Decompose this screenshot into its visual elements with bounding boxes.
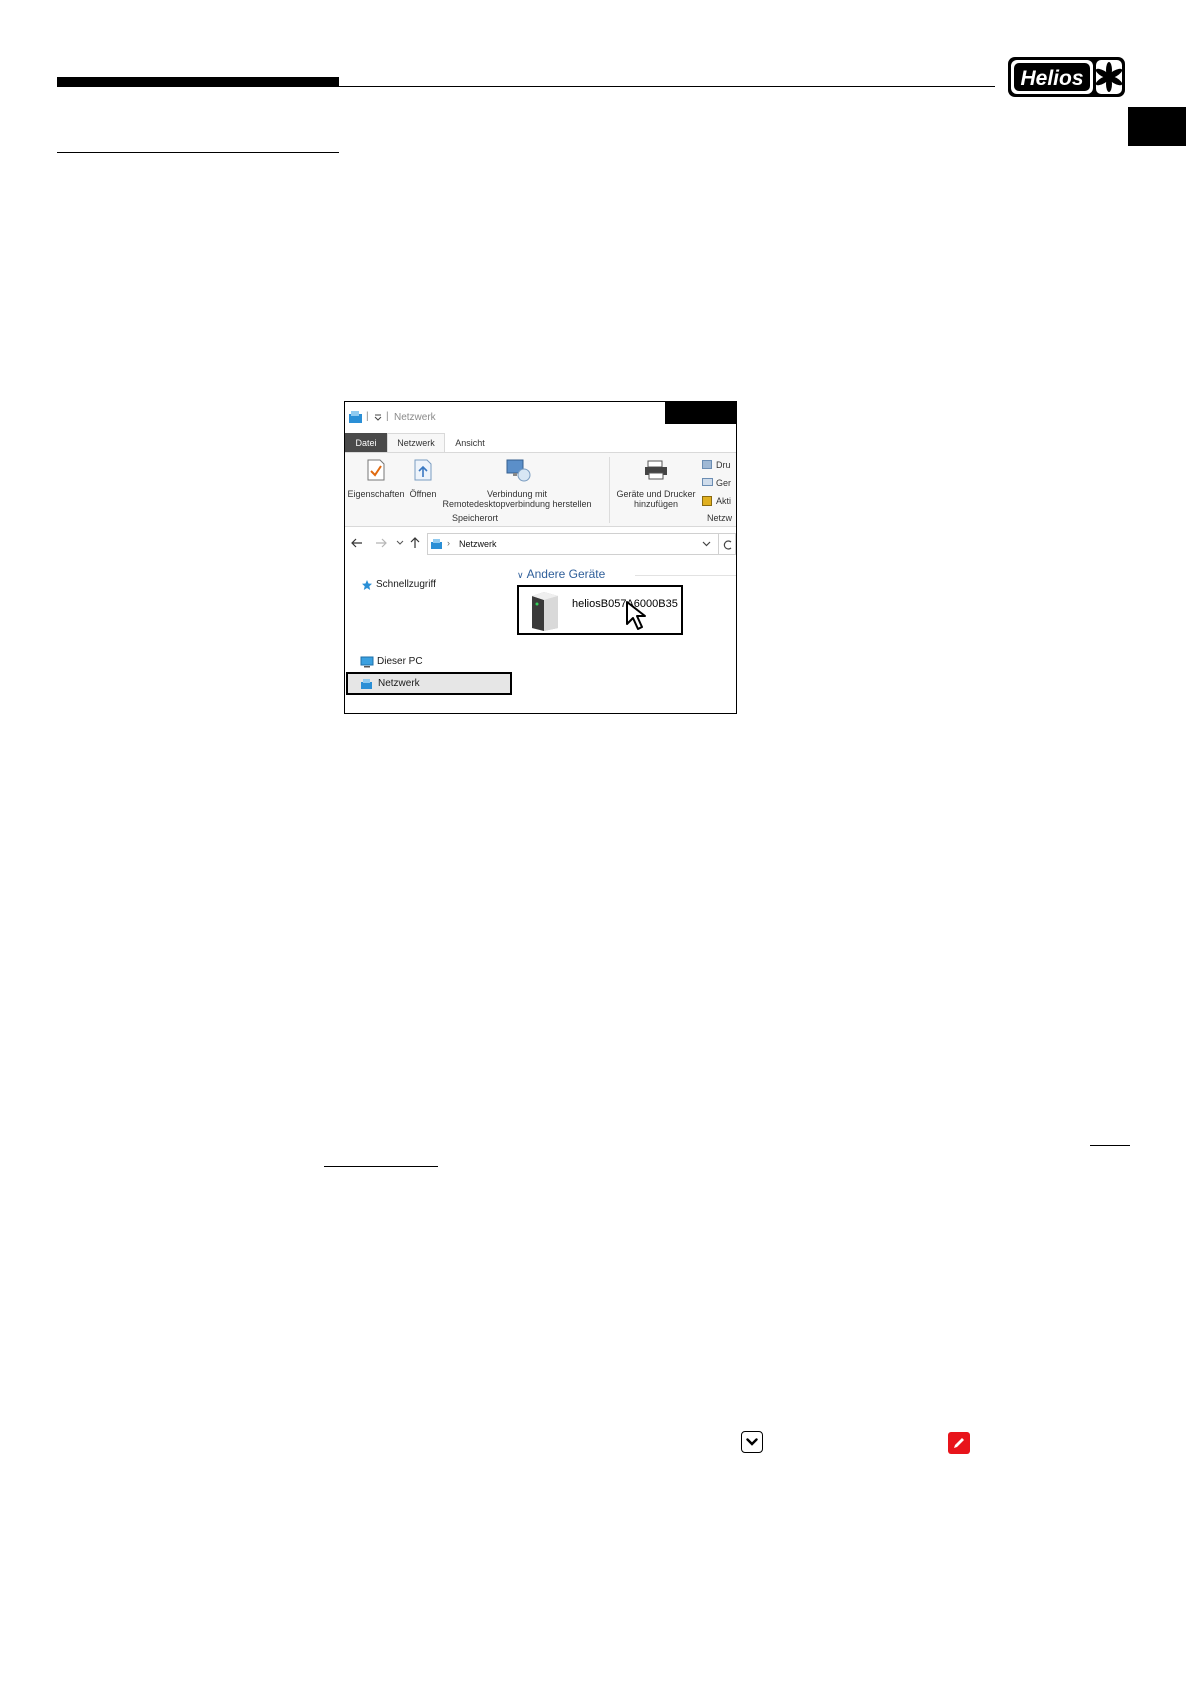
section-rule bbox=[57, 152, 339, 153]
ribbon-small-item[interactable]: Akti bbox=[702, 494, 736, 508]
server-icon bbox=[702, 460, 712, 469]
window-controls-redaction bbox=[665, 402, 736, 424]
device-manager-icon bbox=[702, 478, 713, 486]
helios-logo: Helios bbox=[1007, 55, 1128, 99]
chevron-down-button bbox=[741, 1431, 763, 1453]
refresh-button[interactable] bbox=[719, 533, 736, 555]
recent-locations-chevron-icon[interactable] bbox=[396, 540, 404, 546]
address-dropdown-chevron-icon[interactable] bbox=[702, 541, 711, 547]
remote-label-line1: Verbindung mit bbox=[486, 489, 548, 499]
refresh-icon bbox=[723, 540, 732, 550]
edit-button bbox=[948, 1432, 970, 1454]
devices-printers-button[interactable]: Geräte und Drucker hinzufügen bbox=[613, 457, 699, 509]
forward-arrow-icon[interactable] bbox=[375, 538, 387, 548]
address-path[interactable]: Netzwerk bbox=[459, 539, 497, 549]
group-label-speicherort: Speicherort bbox=[451, 513, 499, 523]
quick-access-dropdown-icon[interactable] bbox=[374, 414, 382, 422]
ribbon-small-label: Ger bbox=[716, 478, 732, 488]
sidebar-label-quick-access: Schnellzugriff bbox=[376, 579, 436, 590]
computer-icon bbox=[360, 656, 374, 668]
mouse-cursor-icon bbox=[626, 601, 646, 630]
header-rule-thick bbox=[57, 77, 339, 87]
devices-label-line1: Geräte und Drucker bbox=[616, 489, 696, 499]
ribbon-small-item[interactable]: Dru bbox=[702, 458, 736, 472]
chevron-down-icon bbox=[746, 1438, 758, 1446]
breadcrumb-separator-icon: › bbox=[447, 538, 450, 548]
separator-icon: | bbox=[366, 411, 369, 422]
printer-icon bbox=[645, 460, 667, 480]
group-divider bbox=[635, 575, 736, 576]
sidebar-label-network: Netzwerk bbox=[378, 678, 420, 689]
language-tab bbox=[1128, 107, 1186, 146]
sidebar-item-this-pc[interactable]: Dieser PC bbox=[360, 654, 480, 670]
devices-label-line2: hinzufügen bbox=[633, 499, 679, 509]
sidebar-label-this-pc: Dieser PC bbox=[377, 656, 423, 667]
remote-label-line2: Remotedesktopverbindung herstellen bbox=[442, 499, 592, 509]
network-center-icon bbox=[702, 496, 712, 506]
ribbon: Eigenschaften Öffnen Verbindung mit Remo… bbox=[345, 452, 736, 527]
device-tile[interactable] bbox=[517, 585, 683, 635]
file-explorer-screenshot: | | Netzwerk Datei Netzwerk Ansicht Eige… bbox=[344, 401, 737, 714]
collapse-chevron-icon: ∨ bbox=[517, 570, 524, 580]
sidebar-item-network[interactable]: Netzwerk bbox=[346, 672, 512, 695]
properties-button[interactable]: Eigenschaften bbox=[347, 457, 405, 502]
tab-datei[interactable]: Datei bbox=[345, 433, 387, 453]
link-underline bbox=[324, 1166, 438, 1167]
open-label: Öffnen bbox=[409, 489, 437, 499]
properties-icon bbox=[367, 459, 385, 481]
network-folder-icon bbox=[349, 411, 362, 423]
ribbon-small-label: Dru bbox=[716, 460, 731, 470]
header-rule-thin bbox=[339, 86, 995, 87]
quick-access-star-icon bbox=[362, 580, 372, 590]
remote-desktop-button[interactable]: Verbindung mit Remotedesktopverbindung h… bbox=[441, 457, 593, 509]
back-arrow-icon[interactable] bbox=[351, 538, 363, 548]
open-icon bbox=[414, 459, 432, 481]
link-underline bbox=[1090, 1145, 1130, 1146]
tab-netzwerk[interactable]: Netzwerk bbox=[387, 433, 445, 453]
ribbon-small-item[interactable]: Ger bbox=[702, 476, 736, 490]
sidebar-item-quick-access[interactable]: Schnellzugriff bbox=[361, 577, 481, 593]
group-header-other-devices[interactable]: ∨ Andere Geräte bbox=[517, 567, 605, 581]
window-title: Netzwerk bbox=[394, 412, 436, 423]
logo-text: Helios bbox=[1020, 67, 1083, 90]
ribbon-separator bbox=[609, 457, 610, 523]
up-arrow-icon[interactable] bbox=[410, 537, 420, 549]
remote-desktop-icon bbox=[506, 459, 531, 482]
pencil-icon bbox=[954, 1438, 964, 1448]
network-icon bbox=[361, 679, 372, 689]
network-location-icon bbox=[431, 539, 442, 549]
title-bar: | | Netzwerk bbox=[345, 402, 736, 430]
ribbon-small-label: Akti bbox=[716, 496, 732, 506]
separator-icon: | bbox=[386, 411, 389, 422]
network-device-icon bbox=[532, 592, 558, 631]
properties-label: Eigenschaften bbox=[347, 489, 405, 499]
group-header-label: Andere Geräte bbox=[526, 567, 606, 581]
open-button[interactable]: Öffnen bbox=[405, 457, 441, 502]
address-bar[interactable]: › Netzwerk bbox=[427, 533, 719, 555]
group-label-netzwerk: Netzw bbox=[707, 513, 733, 523]
tab-ansicht[interactable]: Ansicht bbox=[445, 433, 495, 453]
